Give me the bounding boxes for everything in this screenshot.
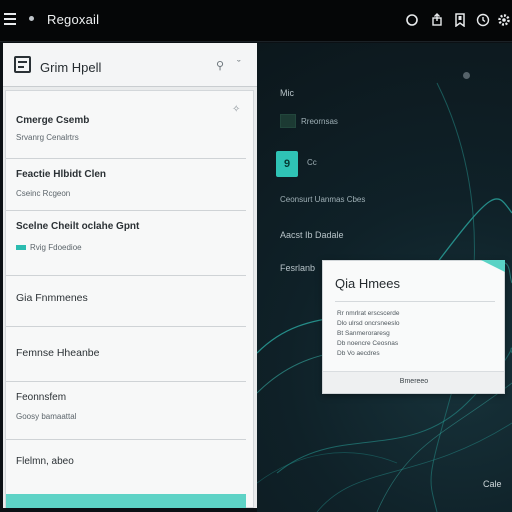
item-subtitle: Rvig Fdoedioe — [16, 243, 82, 252]
corner-label: Cale — [483, 479, 502, 489]
expand-icon[interactable]: ˇ — [237, 59, 241, 71]
item-title: Flelmn, abeo — [16, 456, 74, 467]
dialog-corner-accent — [481, 260, 505, 272]
dialog-title: Qia Hmees — [335, 276, 401, 291]
dialog-confirm-button[interactable]: Bmereeo — [389, 378, 439, 385]
pin-icon[interactable]: ⚲ — [216, 59, 224, 72]
list-item[interactable]: Femnse Hheanbe — [6, 327, 246, 382]
right-label-sub: Rreornsas — [301, 117, 338, 126]
dialog-divider — [335, 301, 495, 302]
list-item[interactable]: Scelne Cheilt oclahe Gpnt Rvig Fdoedioe — [6, 211, 246, 276]
list-item[interactable]: Feactie Hlbidt Clen Cseinc Rcgeon — [6, 159, 246, 211]
right-line-c: Fesrlanb — [280, 263, 316, 273]
item-title: Gia Fnmmenes — [16, 292, 88, 304]
list-item[interactable]: Feonnsfem Goosy bamaattal — [6, 382, 246, 440]
item-subtitle: Srvanrg Cenalrtrs — [16, 133, 79, 142]
bookmark-icon[interactable] — [453, 13, 467, 27]
dialog: Qia Hmees Rr nmrlrat erscscerde Dlo ulrs… — [322, 260, 505, 394]
clock-icon[interactable] — [476, 13, 490, 27]
dialog-footer: Bmereeo — [323, 371, 504, 393]
item-title: Femnse Hheanbe — [16, 347, 100, 359]
app-title: Regoxail — [47, 12, 100, 27]
list-item[interactable]: Flelmn, abeo — [6, 440, 246, 498]
items-card: ✧ Cmerge Csemb Srvanrg Cenalrtrs Feactie… — [5, 90, 254, 508]
share-icon[interactable] — [430, 13, 444, 27]
dialog-line: Rr nmrlrat erscscerde — [337, 310, 400, 317]
list-item[interactable]: Cmerge Csemb Srvanrg Cenalrtrs — [6, 91, 246, 159]
settings-icon[interactable] — [497, 13, 511, 27]
menu-icon[interactable] — [4, 13, 16, 27]
panel-title: Grim Hpell — [40, 60, 102, 75]
item-title: Feonnsfem — [16, 392, 67, 403]
dialog-line: Db Vo aecdres — [337, 350, 380, 357]
status-dot-icon — [29, 16, 34, 21]
item-title: Scelne Cheilt oclahe Gpnt — [16, 221, 140, 232]
item-subtitle-text: Rvig Fdoedioe — [30, 243, 82, 252]
dialog-line: Dlo ulrsd oncrsneeslo — [337, 320, 400, 327]
top-bar: Regoxail — [0, 0, 512, 42]
right-line-a: Ceonsurt Uanmas Cbes — [280, 195, 366, 204]
circle-icon[interactable] — [405, 13, 419, 27]
dialog-line: Db noencre Ceosnas — [337, 340, 399, 347]
teal-swatch-icon — [16, 245, 26, 251]
dialog-line: Bt Sanmeroraresg — [337, 330, 390, 337]
indicator-dot — [463, 72, 470, 79]
document-icon — [14, 56, 31, 73]
left-panel-header: Grim Hpell ⚲ ˇ — [3, 43, 257, 87]
active-bar[interactable] — [6, 494, 246, 508]
item-subtitle: Cseinc Rcgeon — [16, 189, 71, 198]
teal-badge[interactable]: 9 — [276, 151, 298, 177]
item-subtitle: Goosy bamaattal — [16, 412, 77, 421]
list-item[interactable]: Gia Fnmmenes — [6, 276, 246, 327]
left-panel: Grim Hpell ⚲ ˇ ✧ Cmerge Csemb Srvanrg Ce… — [3, 43, 257, 508]
dark-swatch[interactable] — [280, 114, 296, 128]
item-title: Feactie Hlbidt Clen — [16, 169, 107, 180]
teal-badge-label: Cc — [307, 158, 317, 167]
item-title: Cmerge Csemb — [16, 115, 90, 126]
right-line-b: Aacst Ib Dadale — [280, 230, 344, 240]
right-label-mic: Mic — [280, 88, 294, 98]
